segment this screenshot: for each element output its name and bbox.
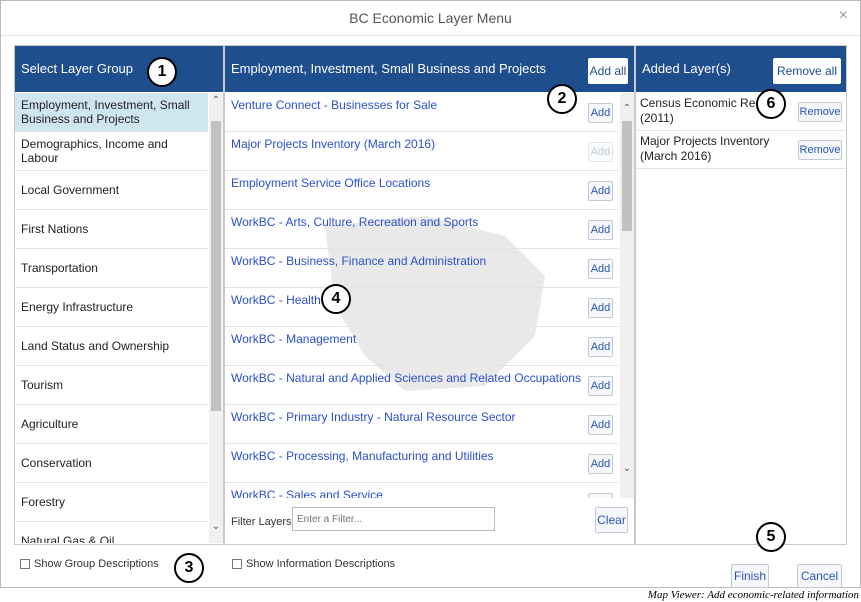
layer-link[interactable]: WorkBC - Primary Industry - Natural Reso… bbox=[231, 410, 516, 424]
layer-row: WorkBC - Natural and Applied Sciences an… bbox=[225, 366, 619, 405]
add-layer-button[interactable]: Add bbox=[588, 259, 613, 279]
added-layers-list: Census Economic Regions (2011) Remove Majo… bbox=[636, 93, 846, 169]
finish-button[interactable]: Finish bbox=[731, 564, 769, 588]
filter-row: Filter Layers Clear bbox=[225, 501, 634, 544]
layers-header-label: Employment, Investment, Small Business a… bbox=[231, 61, 547, 76]
scroll-down-icon[interactable]: ⌄ bbox=[620, 463, 634, 474]
add-all-button[interactable]: Add all bbox=[588, 58, 628, 84]
layer-link[interactable]: WorkBC - Health bbox=[231, 293, 321, 307]
add-layer-button[interactable]: Add bbox=[588, 376, 613, 396]
layer-link[interactable]: WorkBC - Business, Finance and Administr… bbox=[231, 254, 486, 268]
callout-2: 2 bbox=[547, 84, 577, 114]
layer-list: Venture Connect - Businesses for Sale Add… bbox=[225, 93, 619, 498]
added-layer-label: Major Projects Inventory (March 2016) bbox=[640, 134, 770, 163]
callout-1: 1 bbox=[147, 57, 177, 87]
remove-layer-button[interactable]: Remove bbox=[798, 102, 842, 122]
layer-link[interactable]: Employment Service Office Locations bbox=[231, 176, 430, 190]
layer-group-list: Employment, Investment, Small Business a… bbox=[15, 93, 208, 543]
clear-button[interactable]: Clear bbox=[595, 507, 628, 533]
callout-4: 4 bbox=[321, 284, 351, 314]
layer-group-item[interactable]: Conservation bbox=[15, 444, 208, 483]
scroll-down-icon[interactable]: ⌄ bbox=[209, 521, 223, 532]
added-layer-row: Major Projects Inventory (March 2016) Rem… bbox=[636, 131, 846, 169]
layer-menu-dialog: BC Economic Layer Menu × Select Layer Gr… bbox=[0, 0, 861, 588]
added-layers-panel: Added Layer(s) Remove all Census Economi… bbox=[635, 45, 847, 545]
added-layers-header-label: Added Layer(s) bbox=[642, 61, 731, 76]
checkbox[interactable] bbox=[20, 559, 30, 569]
layer-group-item[interactable]: Agriculture bbox=[15, 405, 208, 444]
layer-group-item[interactable]: Demographics, Income and Labour bbox=[15, 132, 208, 171]
checkbox[interactable] bbox=[232, 559, 242, 569]
layer-group-item[interactable]: Transportation bbox=[15, 249, 208, 288]
remove-all-button[interactable]: Remove all bbox=[773, 58, 841, 84]
layer-row: Employment Service Office Locations Add bbox=[225, 171, 619, 210]
added-layers-header: Added Layer(s) Remove all bbox=[636, 46, 846, 92]
filter-label: Filter Layers bbox=[231, 516, 292, 528]
layer-group-item[interactable]: Local Government bbox=[15, 171, 208, 210]
close-icon[interactable]: × bbox=[839, 7, 848, 25]
show-group-descriptions[interactable]: Show Group Descriptions bbox=[20, 558, 159, 570]
filter-input[interactable] bbox=[292, 507, 495, 531]
layers-header: Employment, Investment, Small Business a… bbox=[225, 46, 634, 92]
layer-link[interactable]: WorkBC - Sales and Service bbox=[231, 488, 383, 498]
layer-group-header: Select Layer Group bbox=[15, 46, 223, 92]
layer-link[interactable]: Venture Connect - Businesses for Sale bbox=[231, 98, 437, 112]
add-layer-button[interactable]: Add bbox=[588, 493, 613, 498]
add-layer-button[interactable]: Add bbox=[588, 103, 613, 123]
layer-row: WorkBC - Health Add bbox=[225, 288, 619, 327]
remove-layer-button[interactable]: Remove bbox=[798, 140, 842, 160]
group-scrollbar[interactable]: ⌃ ⌄ bbox=[209, 93, 223, 543]
layer-group-item[interactable]: Forestry bbox=[15, 483, 208, 522]
show-information-descriptions[interactable]: Show Information Descriptions bbox=[232, 558, 395, 570]
layer-group-item[interactable]: Tourism bbox=[15, 366, 208, 405]
add-layer-button[interactable]: Add bbox=[588, 415, 613, 435]
layer-link[interactable]: WorkBC - Processing, Manufacturing and U… bbox=[231, 449, 494, 463]
layer-link[interactable]: Major Projects Inventory (March 2016) bbox=[231, 137, 435, 151]
layer-link[interactable]: WorkBC - Management bbox=[231, 332, 356, 346]
layer-group-header-label: Select Layer Group bbox=[21, 61, 134, 76]
layers-panel: Employment, Investment, Small Business a… bbox=[224, 45, 635, 545]
layer-row: Major Projects Inventory (March 2016) Add bbox=[225, 132, 619, 171]
scroll-up-icon[interactable]: ⌃ bbox=[209, 95, 223, 106]
layer-group-item[interactable]: First Nations bbox=[15, 210, 208, 249]
layer-row: WorkBC - Management Add bbox=[225, 327, 619, 366]
figure-caption: Map Viewer: Add economic-related informa… bbox=[647, 589, 859, 601]
layer-group-item[interactable]: Natural Gas & Oil bbox=[15, 522, 208, 543]
dialog-title: BC Economic Layer Menu bbox=[349, 10, 512, 26]
layer-group-item[interactable]: Land Status and Ownership bbox=[15, 327, 208, 366]
layer-row: WorkBC - Primary Industry - Natural Reso… bbox=[225, 405, 619, 444]
add-layer-button[interactable]: Add bbox=[588, 337, 613, 357]
cancel-button[interactable]: Cancel bbox=[797, 564, 842, 588]
layer-row: WorkBC - Sales and Service Add bbox=[225, 483, 619, 498]
layer-link[interactable]: WorkBC - Arts, Culture, Recreation and S… bbox=[231, 215, 478, 229]
add-layer-button[interactable]: Add bbox=[588, 298, 613, 318]
layer-scrollbar-thumb[interactable] bbox=[622, 121, 632, 231]
show-group-descriptions-label: Show Group Descriptions bbox=[34, 558, 159, 570]
show-information-descriptions-label: Show Information Descriptions bbox=[246, 558, 396, 570]
callout-5: 5 bbox=[756, 522, 786, 552]
layer-group-item[interactable]: Employment, Investment, Small Business a… bbox=[15, 93, 208, 132]
layer-group-panel: Select Layer Group Employment, Investmen… bbox=[14, 45, 224, 545]
added-layer-row: Census Economic Regions (2011) Remove bbox=[636, 93, 846, 131]
add-layer-button[interactable]: Add bbox=[588, 220, 613, 240]
layer-row: WorkBC - Processing, Manufacturing and U… bbox=[225, 444, 619, 483]
layer-scrollbar[interactable]: ⌃ ⌄ bbox=[620, 93, 634, 498]
callout-3: 3 bbox=[174, 553, 204, 583]
add-layer-button[interactable]: Add bbox=[588, 181, 613, 201]
callout-6: 6 bbox=[756, 89, 786, 119]
add-layer-button[interactable]: Add bbox=[588, 142, 613, 162]
layer-group-item[interactable]: Energy Infrastructure bbox=[15, 288, 208, 327]
add-layer-button[interactable]: Add bbox=[588, 454, 613, 474]
dialog-titlebar: BC Economic Layer Menu × bbox=[1, 1, 860, 36]
group-scrollbar-thumb[interactable] bbox=[211, 121, 221, 411]
layer-link[interactable]: WorkBC - Natural and Applied Sciences an… bbox=[231, 371, 581, 385]
layer-row: WorkBC - Business, Finance and Administr… bbox=[225, 249, 619, 288]
layer-row: WorkBC - Arts, Culture, Recreation and S… bbox=[225, 210, 619, 249]
scroll-up-icon[interactable]: ⌃ bbox=[620, 103, 634, 114]
